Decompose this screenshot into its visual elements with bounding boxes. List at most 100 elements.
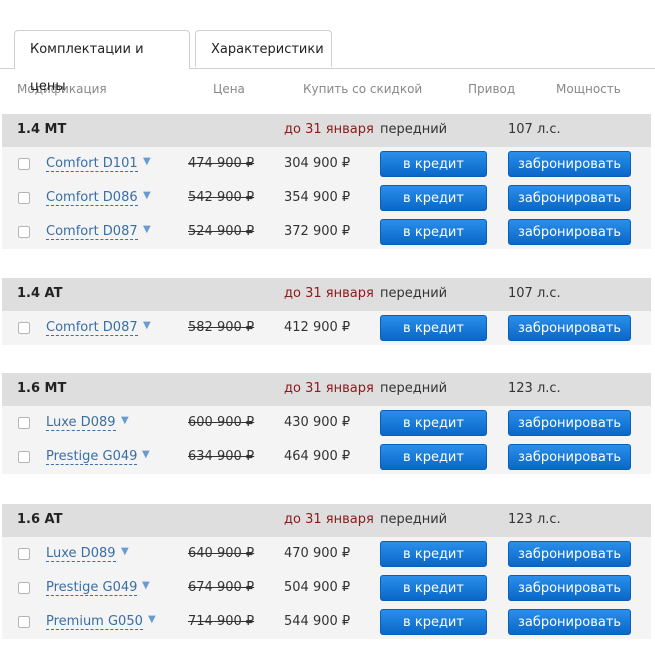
trim-group: 1.4 MT до 31 января передний 107 л.с. Comfor…	[2, 114, 651, 249]
discount-price: 464 900 ₽	[284, 449, 351, 464]
modification-link[interactable]: Comfort D087	[46, 224, 138, 240]
select-checkbox[interactable]	[18, 417, 30, 429]
group-header: 1.4 MT до 31 января передний 107 л.с.	[2, 114, 651, 147]
col-drive: Привод	[468, 82, 516, 96]
modification-link[interactable]: Premium G050	[46, 614, 143, 630]
table-row: Comfort D087 ▼ 582 900 ₽ 412 900 ₽ в кредит з…	[2, 311, 651, 345]
drive-type: передний	[380, 122, 448, 137]
discount-price: 304 900 ₽	[284, 156, 351, 171]
book-button[interactable]: забронировать	[508, 575, 631, 601]
book-button[interactable]: забронировать	[508, 219, 631, 245]
book-button[interactable]: забронировать	[508, 185, 631, 211]
old-price: 674 900 ₽	[188, 580, 255, 595]
select-checkbox[interactable]	[18, 322, 30, 334]
discount-deadline: до 31 января	[284, 286, 374, 301]
discount-deadline: до 31 января	[284, 381, 374, 396]
select-checkbox[interactable]	[18, 192, 30, 204]
modification-link[interactable]: Comfort D101	[46, 156, 138, 172]
table-row: Prestige G049 ▼ 634 900 ₽ 464 900 ₽ в кредит…	[2, 440, 651, 474]
old-price: 640 900 ₽	[188, 546, 255, 561]
engine-power: 123 л.с.	[508, 512, 561, 527]
group-name: 1.6 MT	[17, 381, 67, 396]
credit-button[interactable]: в кредит	[380, 219, 487, 245]
book-button[interactable]: забронировать	[508, 315, 631, 341]
group-name: 1.4 MT	[17, 122, 67, 137]
table-row: Premium G050 ▼ 714 900 ₽ 544 900 ₽ в кредит з…	[2, 605, 651, 639]
credit-button[interactable]: в кредит	[380, 315, 487, 341]
drive-type: передний	[380, 512, 448, 527]
col-price: Цена	[213, 82, 245, 96]
select-checkbox[interactable]	[18, 548, 30, 560]
dropdown-arrow-icon[interactable]: ▼	[142, 580, 150, 591]
discount-price: 372 900 ₽	[284, 224, 351, 239]
col-power: Мощность	[556, 82, 621, 96]
credit-button[interactable]: в кредит	[380, 444, 487, 470]
tab-specs[interactable]: Характеристики	[195, 30, 332, 67]
modification-link[interactable]: Luxe D089	[46, 546, 116, 562]
trim-group: 1.6 AT до 31 января передний 123 л.с. Luxe D…	[2, 504, 651, 639]
group-header: 1.6 MT до 31 января передний 123 л.с.	[2, 373, 651, 406]
book-button[interactable]: забронировать	[508, 609, 631, 635]
credit-button[interactable]: в кредит	[380, 185, 487, 211]
modification-link[interactable]: Luxe D089	[46, 415, 116, 431]
discount-price: 354 900 ₽	[284, 190, 351, 205]
dropdown-arrow-icon[interactable]: ▼	[142, 449, 150, 460]
select-checkbox[interactable]	[18, 616, 30, 628]
discount-price: 544 900 ₽	[284, 614, 351, 629]
book-button[interactable]: забронировать	[508, 410, 631, 436]
discount-deadline: до 31 января	[284, 512, 374, 527]
credit-button[interactable]: в кредит	[380, 609, 487, 635]
table-row: Luxe D089 ▼ 600 900 ₽ 430 900 ₽ в кредит забр…	[2, 406, 651, 440]
discount-price: 470 900 ₽	[284, 546, 351, 561]
modification-link[interactable]: Comfort D086	[46, 190, 138, 206]
group-header: 1.6 AT до 31 января передний 123 л.с.	[2, 504, 651, 537]
table-row: Luxe D089 ▼ 640 900 ₽ 470 900 ₽ в кредит забр…	[2, 537, 651, 571]
engine-power: 107 л.с.	[508, 286, 561, 301]
dropdown-arrow-icon[interactable]: ▼	[148, 614, 156, 625]
book-button[interactable]: забронировать	[508, 151, 631, 177]
select-checkbox[interactable]	[18, 226, 30, 238]
credit-button[interactable]: в кредит	[380, 151, 487, 177]
modification-link[interactable]: Prestige G049	[46, 580, 138, 596]
table-header: Модификация Цена Купить со скидкой Приво…	[0, 82, 655, 102]
old-price: 582 900 ₽	[188, 320, 255, 335]
table-row: Prestige G049 ▼ 674 900 ₽ 504 900 ₽ в кредит…	[2, 571, 651, 605]
drive-type: передний	[380, 381, 448, 396]
credit-button[interactable]: в кредит	[380, 410, 487, 436]
engine-power: 107 л.с.	[508, 122, 561, 137]
select-checkbox[interactable]	[18, 582, 30, 594]
drive-type: передний	[380, 286, 448, 301]
book-button[interactable]: забронировать	[508, 444, 631, 470]
dropdown-arrow-icon[interactable]: ▼	[143, 320, 151, 331]
dropdown-arrow-icon[interactable]: ▼	[121, 415, 129, 426]
dropdown-arrow-icon[interactable]: ▼	[143, 156, 151, 167]
old-price: 542 900 ₽	[188, 190, 255, 205]
book-button[interactable]: забронировать	[508, 541, 631, 567]
table-row: Comfort D086 ▼ 542 900 ₽ 354 900 ₽ в кредит з…	[2, 181, 651, 215]
modification-link[interactable]: Comfort D087	[46, 320, 138, 336]
table-row: Comfort D087 ▼ 524 900 ₽ 372 900 ₽ в кредит з…	[2, 215, 651, 249]
modification-link[interactable]: Prestige G049	[46, 449, 138, 465]
group-header: 1.4 AT до 31 января передний 107 л.с.	[2, 278, 651, 311]
trim-group: 1.6 MT до 31 января передний 123 л.с. Luxe D…	[2, 373, 651, 474]
dropdown-arrow-icon[interactable]: ▼	[121, 546, 129, 557]
discount-price: 504 900 ₽	[284, 580, 351, 595]
old-price: 600 900 ₽	[188, 415, 255, 430]
old-price: 474 900 ₽	[188, 156, 255, 171]
dropdown-arrow-icon[interactable]: ▼	[143, 224, 151, 235]
tab-trims-prices[interactable]: Комплектации и цены	[14, 30, 190, 94]
old-price: 714 900 ₽	[188, 614, 255, 629]
old-price: 524 900 ₽	[188, 224, 255, 239]
select-checkbox[interactable]	[18, 451, 30, 463]
discount-price: 412 900 ₽	[284, 320, 351, 335]
col-discount: Купить со скидкой	[303, 82, 423, 96]
table-row: Comfort D101 ▼ 474 900 ₽ 304 900 ₽ в кредит з…	[2, 147, 651, 181]
discount-deadline: до 31 января	[284, 122, 374, 137]
group-name: 1.4 AT	[17, 286, 63, 301]
select-checkbox[interactable]	[18, 158, 30, 170]
tab-bar: Комплектации и цены Характеристики	[0, 30, 655, 94]
credit-button[interactable]: в кредит	[380, 541, 487, 567]
credit-button[interactable]: в кредит	[380, 575, 487, 601]
group-name: 1.6 AT	[17, 512, 63, 527]
dropdown-arrow-icon[interactable]: ▼	[143, 190, 151, 201]
